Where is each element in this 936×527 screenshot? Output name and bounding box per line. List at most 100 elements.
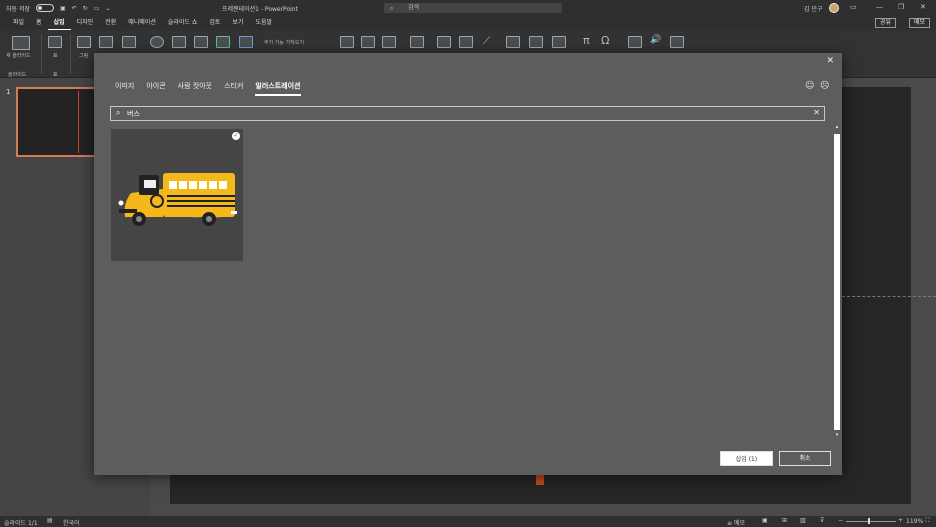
tab-animations[interactable]: 애니메이션 [122,16,162,30]
title-bar: 자동 저장 ▣ ↶ ↻ ▭ ⌄ 프레젠테이션1 - PowerPoint ⌕ 검… [0,0,936,16]
screen-recording-icon[interactable] [670,36,684,48]
slideshow-view-icon[interactable]: ⊽ [820,517,824,524]
share-button[interactable]: 공유 [874,18,896,28]
results-scrollbar[interactable]: ▴ ▾ [833,124,841,442]
user-name[interactable]: 김 민구 [804,4,822,13]
icons-icon[interactable] [172,36,186,48]
equation-icon[interactable]: π [583,34,590,47]
table-label[interactable]: 표 [53,52,58,59]
comment-icon[interactable] [410,36,424,48]
undo-icon[interactable]: ↶ [72,5,77,12]
search-bar: ⌕ ✕ [110,106,825,121]
table-icon[interactable] [48,36,62,48]
restore-icon[interactable]: ❐ [898,3,904,11]
slide-number-icon[interactable] [529,36,543,48]
chart-icon[interactable] [239,36,253,48]
new-slide-icon[interactable] [12,36,30,50]
frown-feedback-icon[interactable]: ☹ [820,81,829,91]
new-slide-label[interactable]: 새 슬라이드 [6,52,31,59]
group-table-label: 표 [53,72,58,78]
zoom-slider-thumb[interactable] [868,518,870,524]
tab-slideshow[interactable]: 슬라이드 쇼 [162,16,204,30]
slide-sorter-icon[interactable]: ⊞ [782,517,787,524]
autosave-label: 자동 저장 [6,5,30,13]
scroll-up-icon[interactable]: ▴ [833,124,841,130]
tab-images[interactable]: 이미지 [115,81,134,96]
symbol-icon[interactable]: Ω [601,34,609,47]
tab-stickers[interactable]: 스티커 [224,81,243,96]
zoom-out-icon[interactable]: − [838,517,843,524]
autosave-toggle[interactable] [36,4,54,12]
zoom-in-icon[interactable]: + [898,517,903,524]
tab-file[interactable]: 파일 [7,16,30,30]
header-footer-icon[interactable] [459,36,473,48]
illustration-result-school-bus[interactable]: ✓ [111,129,243,261]
tab-view[interactable]: 보기 [226,16,249,30]
tab-transitions[interactable]: 전환 [99,16,122,30]
shapes-icon[interactable] [150,36,164,48]
smartart-icon[interactable] [216,36,230,48]
fit-to-window-icon[interactable]: ⛶ [925,517,929,525]
screenshot-icon[interactable] [99,36,113,48]
scroll-down-icon[interactable]: ▾ [833,432,841,438]
customize-qat-icon[interactable]: ⌄ [105,5,110,12]
minimize-icon[interactable]: — [876,3,883,11]
insert-button[interactable]: 삽입 (1) [720,451,773,466]
ribbon-separator [41,34,42,74]
avatar[interactable] [829,3,839,13]
tab-icons[interactable]: 아이콘 [146,81,165,96]
slide-number: 1 [6,88,11,96]
cancel-button[interactable]: 취소 [779,451,831,466]
audio-icon[interactable]: 🔊 [650,35,661,45]
close-icon[interactable]: ✕ [826,56,834,66]
picture-icon[interactable] [77,36,91,48]
redo-icon[interactable]: ↻ [83,5,88,12]
accessibility-icon[interactable]: ▤ [47,517,53,524]
tab-help[interactable]: 도움말 [249,16,278,30]
save-icon[interactable]: ▣ [60,5,66,12]
zoom-icon[interactable] [340,36,354,48]
photo-album-icon[interactable] [122,36,136,48]
normal-view-icon[interactable]: ▣ [762,517,768,524]
notes-label: 메모 [733,520,745,527]
present-icon[interactable]: ▭ [94,5,100,12]
wordart-icon[interactable]: ⟋ [483,36,497,48]
language-indicator[interactable]: 한국어 [63,518,80,527]
3d-models-icon[interactable] [194,36,208,48]
object-icon[interactable] [552,36,566,48]
window-close-icon[interactable]: ✕ [920,3,926,11]
tab-design[interactable]: 디자인 [71,16,100,30]
zoom-level[interactable]: 119% [906,518,923,525]
picture-label[interactable]: 그림 [79,52,88,59]
smile-feedback-icon[interactable]: ☺ [805,81,814,91]
tab-illustrations[interactable]: 일러스트레이션 [255,81,301,96]
search-input[interactable] [127,108,807,119]
link-icon[interactable] [361,36,375,48]
title-search-box[interactable]: ⌕ 검색 [384,3,562,13]
selected-check-icon[interactable]: ✓ [232,132,240,140]
school-bus-illustration [118,173,237,226]
ribbon-display-icon[interactable]: ▭ [850,3,857,11]
title-search-placeholder: 검색 [408,4,420,11]
stock-images-dialog: ✕ 이미지 아이콘 사람 컷아웃 스티커 일러스트레이션 ☺ ☹ ⌕ ✕ [94,53,842,475]
tab-review[interactable]: 검토 [203,16,226,30]
group-slides-label: 슬라이드 [8,72,27,78]
textbox-icon[interactable] [437,36,451,48]
zoom-slider[interactable] [846,521,896,522]
addins-label[interactable]: 추가 기능 가져오기 [264,39,304,46]
tab-cutout-people[interactable]: 사람 컷아웃 [178,81,212,96]
action-icon[interactable] [382,36,396,48]
scrollbar-thumb[interactable] [834,134,840,430]
slide-counter: 슬라이드 1/1 [4,520,38,527]
tab-insert[interactable]: 삽입 [47,16,71,30]
notes-button[interactable]: ≡ 메모 [727,518,745,527]
tab-home[interactable]: 홈 [30,16,48,30]
status-bar: 슬라이드 1/1 ▤ 한국어 ≡ 메모 ▣ ⊞ ▥ ⊽ − + 119% ⛶ [0,516,936,527]
clear-search-icon[interactable]: ✕ [813,108,820,117]
video-icon[interactable] [628,36,642,48]
reading-view-icon[interactable]: ▥ [800,517,806,524]
comments-button[interactable]: 메모 [908,18,930,28]
search-icon: ⌕ [116,108,121,117]
date-time-icon[interactable] [506,36,520,48]
selected-shape-handle[interactable] [536,475,544,485]
